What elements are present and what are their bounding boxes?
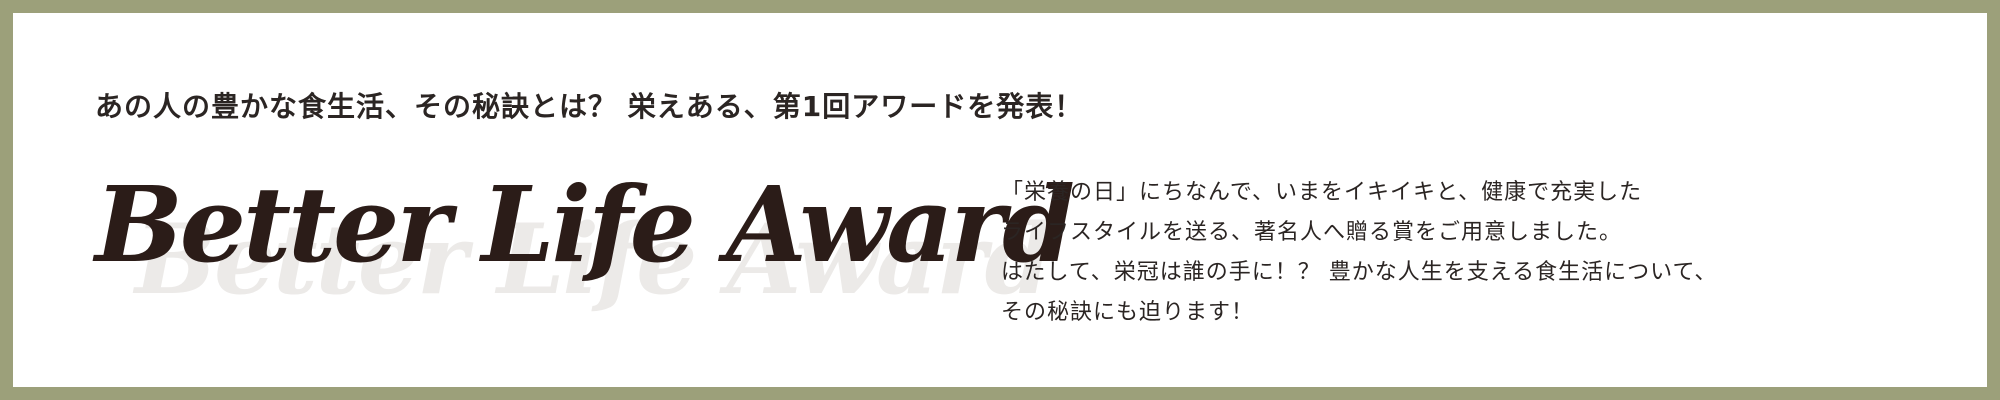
- description-line: はたして、栄冠は誰の手に！？ 豊かな人生を支える食生活について、: [1001, 260, 1718, 285]
- description-line: その秘訣にも迫ります！: [1001, 300, 1255, 325]
- description: 「栄養の日」にちなんで、いまをイキイキと、健康で充実した ライフスタイルを送る、…: [1001, 173, 1717, 333]
- description-line: 「栄養の日」にちなんで、いまをイキイキと、健康で充実した: [1001, 180, 1643, 205]
- tagline: あの人の豊かな食生活、その秘訣とは？ 栄えある、第1回アワードを発表！: [95, 90, 1084, 123]
- award-banner: あの人の豊かな食生活、その秘訣とは？ 栄えある、第1回アワードを発表！ Bett…: [0, 0, 2000, 400]
- description-line: ライフスタイルを送る、著名人へ贈る賞をご用意しました。: [1001, 220, 1623, 245]
- logo-text: Better Life Award: [95, 163, 1075, 286]
- logo: Better Life Award Better Life Award: [95, 163, 1075, 343]
